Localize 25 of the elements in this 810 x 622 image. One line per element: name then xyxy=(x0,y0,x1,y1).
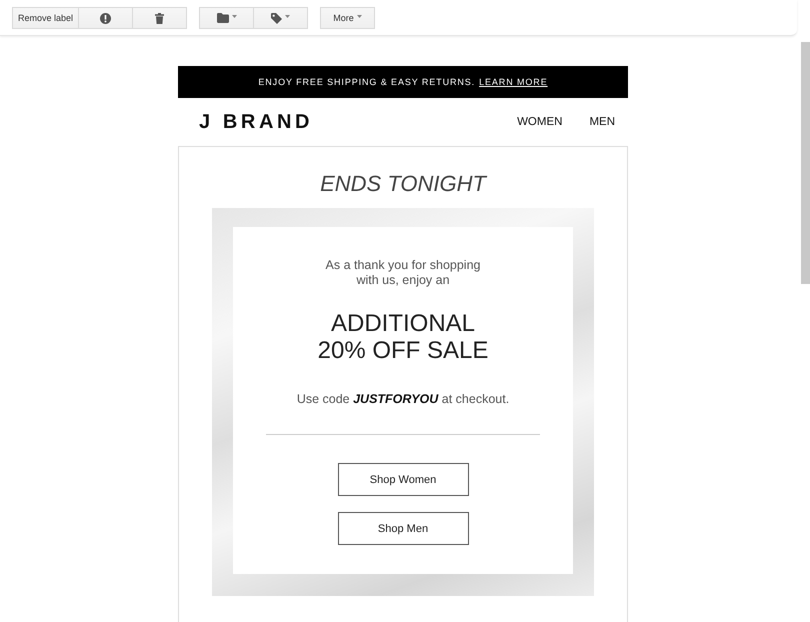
remove-label-button[interactable]: Remove label xyxy=(12,7,79,29)
trash-icon xyxy=(155,12,164,24)
caret-icon xyxy=(356,14,362,18)
move-to-button[interactable] xyxy=(199,7,254,29)
caret-icon xyxy=(232,14,236,18)
shipping-message: ENJOY FREE SHIPPING & EASY RETURNS. xyxy=(258,77,476,87)
tag-icon xyxy=(271,12,282,24)
promo-code-text: Use code JUSTFORYOU at checkout. xyxy=(296,391,510,407)
labels-button[interactable] xyxy=(253,7,308,29)
folder-icon xyxy=(216,13,228,23)
report-spam-button[interactable] xyxy=(78,7,133,29)
nav-link[interactable]: WOMEN xyxy=(517,116,562,128)
shop-button[interactable]: Shop Women xyxy=(338,463,468,496)
learn-more-link[interactable]: LEARN MORE xyxy=(479,77,548,87)
more-button[interactable]: More xyxy=(320,7,375,29)
caret-icon xyxy=(285,14,290,18)
intro-text: As a thank you for shopping with us, enjoy an xyxy=(324,258,482,288)
scrollbar[interactable] xyxy=(801,42,810,284)
brand-logo[interactable]: J BRAND xyxy=(199,110,314,134)
headline: ENDS TONIGHT xyxy=(319,171,488,197)
shop-button[interactable]: Shop Men xyxy=(338,512,468,545)
alert-icon xyxy=(100,12,111,24)
delete-button[interactable] xyxy=(132,7,187,29)
nav-link[interactable]: MEN xyxy=(589,116,615,128)
offer-title: ADDITIONAL 20% OFF SALE xyxy=(316,310,490,364)
